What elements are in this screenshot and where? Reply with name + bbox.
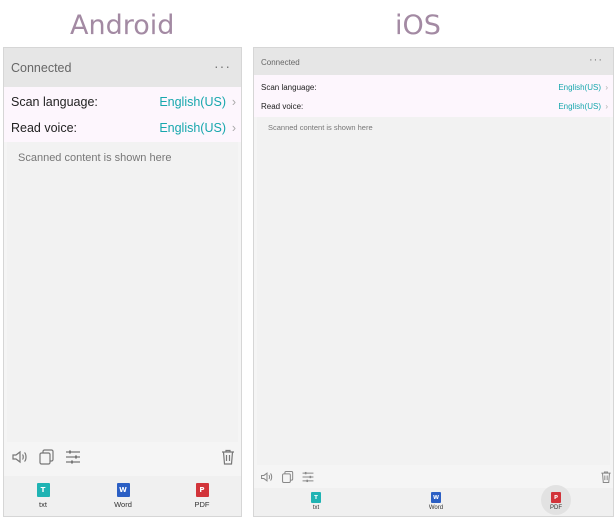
connection-status: Connected bbox=[261, 58, 300, 67]
read-voice-value: English(US) bbox=[159, 121, 226, 135]
chevron-right-icon: › bbox=[231, 121, 236, 135]
ios-heading: iOS bbox=[395, 10, 441, 41]
header-bar: Connected ··· bbox=[4, 48, 241, 87]
txt-file-icon: T bbox=[311, 492, 321, 503]
tab-label: Word bbox=[428, 505, 444, 511]
chevron-right-icon: › bbox=[231, 95, 236, 109]
scan-language-value: English(US) bbox=[558, 83, 601, 92]
speaker-icon[interactable] bbox=[11, 448, 29, 466]
export-tab-bar: T txt W Word P PDF bbox=[254, 485, 613, 516]
tab-txt[interactable]: T txt bbox=[296, 488, 336, 516]
scanned-content-area[interactable]: Scanned content is shown here bbox=[7, 142, 238, 442]
txt-file-icon: T bbox=[36, 483, 50, 497]
word-file-icon: W bbox=[116, 483, 130, 497]
chevron-right-icon: › bbox=[605, 102, 608, 111]
tab-word[interactable]: W Word bbox=[93, 476, 153, 516]
speaker-icon[interactable] bbox=[260, 470, 274, 484]
read-voice-label: Read voice: bbox=[261, 102, 304, 111]
settings-section: Scan language: English(US) › Read voice:… bbox=[254, 75, 613, 117]
tab-pdf[interactable]: P PDF bbox=[536, 485, 576, 516]
export-tab-bar: T txt W Word P PDF bbox=[4, 476, 241, 516]
ios-app-panel: Connected ··· Scan language: English(US)… bbox=[253, 47, 614, 517]
header-bar: Connected ··· bbox=[254, 48, 613, 75]
tab-word[interactable]: W Word bbox=[416, 488, 456, 516]
tab-label: txt bbox=[312, 505, 320, 511]
sliders-icon[interactable] bbox=[64, 448, 82, 466]
settings-section: Scan language: English(US) › Read voice:… bbox=[4, 87, 241, 142]
more-options-icon[interactable]: ··· bbox=[214, 58, 231, 74]
connection-status: Connected bbox=[11, 61, 72, 75]
scan-language-row[interactable]: Scan language: English(US) › bbox=[4, 95, 241, 121]
scan-language-label: Scan language: bbox=[11, 95, 98, 109]
android-app-panel: Connected ··· Scan language: English(US)… bbox=[3, 47, 242, 517]
word-file-icon: W bbox=[431, 492, 441, 503]
scan-language-row[interactable]: Scan language: English(US) › bbox=[254, 83, 613, 101]
content-placeholder: Scanned content is shown here bbox=[18, 152, 172, 164]
read-voice-value: English(US) bbox=[558, 102, 601, 111]
tab-label: PDF bbox=[194, 500, 210, 509]
tab-label: PDF bbox=[550, 505, 562, 511]
tab-label: txt bbox=[39, 500, 47, 509]
action-toolbar bbox=[4, 446, 241, 474]
chevron-right-icon: › bbox=[605, 83, 608, 92]
content-placeholder: Scanned content is shown here bbox=[268, 123, 373, 132]
copy-icon[interactable] bbox=[38, 448, 56, 466]
android-heading: Android bbox=[70, 10, 175, 41]
copy-icon[interactable] bbox=[281, 470, 295, 484]
tab-pdf[interactable]: P PDF bbox=[172, 476, 232, 516]
pdf-file-icon: P bbox=[551, 492, 561, 503]
pdf-file-icon: P bbox=[195, 483, 209, 497]
tab-txt[interactable]: T txt bbox=[13, 476, 73, 516]
read-voice-label: Read voice: bbox=[11, 121, 78, 135]
trash-icon[interactable] bbox=[219, 448, 237, 466]
sliders-icon[interactable] bbox=[301, 470, 315, 484]
scan-language-label: Scan language: bbox=[261, 83, 317, 92]
more-options-icon[interactable]: ··· bbox=[589, 54, 603, 66]
scanned-content-area[interactable]: Scanned content is shown here bbox=[257, 117, 610, 465]
scan-language-value: English(US) bbox=[159, 95, 226, 109]
tab-label: Word bbox=[114, 500, 132, 509]
trash-icon[interactable] bbox=[599, 470, 613, 484]
